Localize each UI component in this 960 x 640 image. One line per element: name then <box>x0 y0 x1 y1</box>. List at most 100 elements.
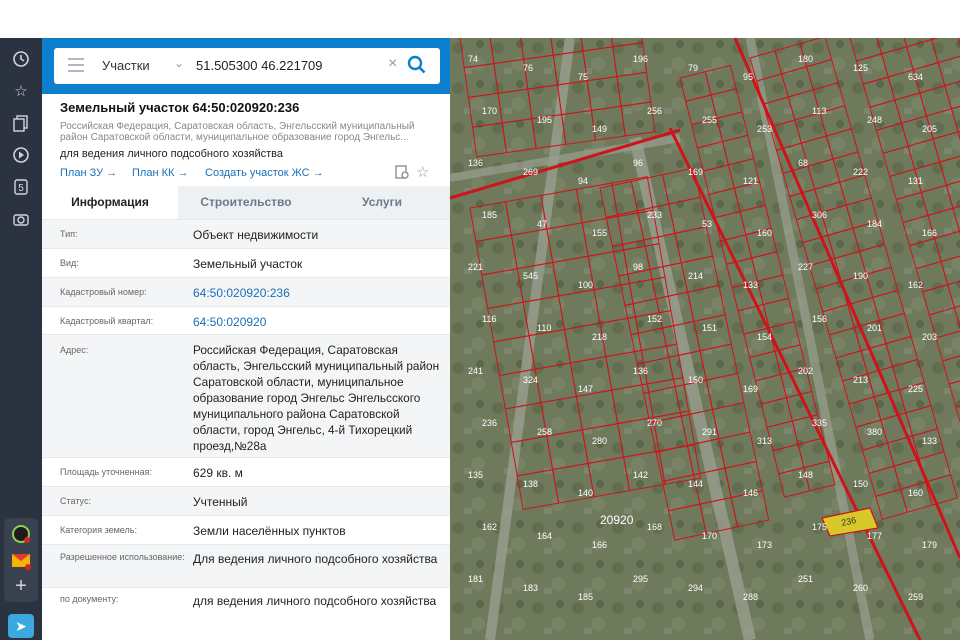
parcel-number: 96 <box>633 158 643 168</box>
parcel-number: 241 <box>468 366 483 376</box>
plan-zu-link[interactable]: План ЗУ → <box>60 167 117 179</box>
property-value: Земельный участок <box>193 257 303 271</box>
clock-icon[interactable] <box>11 50 31 70</box>
parcel-number: 151 <box>702 323 717 333</box>
property-label: Вид: <box>60 258 79 268</box>
parcel-number: 156 <box>812 314 827 324</box>
property-value: 629 кв. м <box>193 466 243 480</box>
parcel-number: 203 <box>922 332 937 342</box>
property-label: Кадастровый квартал: <box>60 316 154 326</box>
app-shortcuts: + <box>4 518 38 602</box>
property-row: Площадь уточненная: 629 кв. м <box>42 457 450 487</box>
parcel-number: 136 <box>633 366 648 376</box>
search-category[interactable]: Участки <box>102 58 150 73</box>
parcel-number: 227 <box>798 262 813 272</box>
parcel-purpose: для ведения личного подсобного хозяйства <box>60 148 283 160</box>
parcel-number: 147 <box>578 384 593 394</box>
parcel-number: 213 <box>853 375 868 385</box>
parcel-number: 196 <box>633 54 648 64</box>
parcel-number: 184 <box>867 219 882 229</box>
parcel-number: 98 <box>633 262 643 272</box>
parcel-number: 133 <box>743 280 758 290</box>
parcel-number: 155 <box>592 228 607 238</box>
search-box[interactable]: Участки ⌄ 51.505300 46.221709 × <box>54 48 440 84</box>
parcel-number: 259 <box>908 592 923 602</box>
parcel-number: 138 <box>523 479 538 489</box>
parcel-number: 150 <box>853 479 868 489</box>
share-icon[interactable]: ➤ <box>8 614 34 638</box>
property-row: Кадастровый квартал: 64:50:020920 <box>42 306 450 335</box>
svg-text:5: 5 <box>18 183 24 194</box>
parcel-number: 113 <box>812 106 826 116</box>
parcel-number: 288 <box>743 592 758 602</box>
favorite-star-icon[interactable]: ☆ <box>416 163 429 181</box>
parcel-number: 248 <box>867 115 882 125</box>
search-input[interactable]: 51.505300 46.221709 <box>196 58 323 73</box>
parcel-number: 185 <box>578 592 593 602</box>
parcel-number: 185 <box>482 210 497 220</box>
tab-information[interactable]: Информация <box>42 186 178 219</box>
parcel-number: 175 <box>812 522 827 532</box>
property-label: Кадастровый номер: <box>60 287 147 297</box>
add-icon[interactable]: + <box>11 576 31 596</box>
parcel-number: 125 <box>853 63 868 73</box>
property-row: Категория земель: Земли населённых пункт… <box>42 515 450 545</box>
map-canvas[interactable]: 236 20920 74 76 75 196 79 95 180 125 634 170 195 14… <box>450 38 960 640</box>
parcel-number: 164 <box>537 531 552 541</box>
parcel-number: 306 <box>812 210 827 220</box>
tab-services[interactable]: Услуги <box>314 186 450 219</box>
search-bar: Участки ⌄ 51.505300 46.221709 × ‹ <box>42 38 450 94</box>
parcel-number: 222 <box>853 167 868 177</box>
property-row: Вид: Земельный участок <box>42 248 450 278</box>
parcel-number: 53 <box>702 219 712 229</box>
star-icon[interactable]: ☆ <box>11 82 31 102</box>
property-row: Кадастровый номер: 64:50:020920:236 <box>42 277 450 307</box>
property-value: Учтенный <box>193 495 248 509</box>
plan-kk-link[interactable]: План КК → <box>132 167 188 179</box>
parcel-number: 255 <box>702 115 717 125</box>
property-row: Адрес: Российская Федерация, Саратовская… <box>42 334 450 458</box>
clear-icon[interactable]: × <box>388 55 397 73</box>
parcel-number: 95 <box>743 72 753 82</box>
parcel-number: 140 <box>578 488 593 498</box>
parcel-number: 149 <box>592 124 607 134</box>
property-value: Объект недвижимости <box>193 228 319 242</box>
parcel-number: 169 <box>688 167 703 177</box>
property-label: Адрес: <box>60 345 89 355</box>
number-5-icon[interactable]: 5 <box>11 178 31 198</box>
page-title: Земельный участок 64:50:020920:236 <box>60 100 300 115</box>
property-row: Разрешенное использование: Для ведения л… <box>42 544 450 588</box>
property-value: Земли населённых пунктов <box>193 524 346 538</box>
parcel-number: 110 <box>537 323 551 333</box>
search-icon[interactable] <box>406 54 428 76</box>
play-icon[interactable] <box>11 146 31 166</box>
parcel-number: 324 <box>523 375 538 385</box>
menu-icon[interactable] <box>68 58 84 72</box>
parcel-number: 221 <box>468 262 483 272</box>
parcel-number: 218 <box>592 332 607 342</box>
print-icon[interactable] <box>394 164 410 180</box>
property-label: по документу: <box>60 594 119 604</box>
quarter-label: 20920 <box>600 513 634 527</box>
app-icon-green[interactable] <box>11 524 31 544</box>
parcel-number: 100 <box>578 280 593 290</box>
tab-construction[interactable]: Строительство <box>178 186 314 219</box>
parcel-number: 162 <box>482 522 497 532</box>
parcel-number: 180 <box>798 54 813 64</box>
parcel-number: 181 <box>468 574 483 584</box>
parcel-number: 142 <box>633 470 648 480</box>
chevron-down-icon[interactable]: ⌄ <box>174 56 184 70</box>
cadastral-number-link[interactable]: 64:50:020920:236 <box>193 285 443 301</box>
parcel-number: 94 <box>578 176 588 186</box>
documents-icon[interactable] <box>11 114 31 134</box>
parcel-number: 68 <box>798 158 808 168</box>
mail-icon[interactable] <box>11 550 31 570</box>
parcel-number: 545 <box>523 271 538 281</box>
create-parcel-link[interactable]: Создать участок ЖС → <box>205 167 324 179</box>
camera-icon[interactable] <box>11 210 31 230</box>
cadastral-map[interactable]: 236 20920 74 76 75 196 79 95 180 125 634 170 195 14… <box>450 38 960 640</box>
cadastral-quarter-link[interactable]: 64:50:020920 <box>193 314 443 330</box>
parcel-number: 251 <box>798 574 813 584</box>
parcel-number: 170 <box>702 531 717 541</box>
parcel-number: 75 <box>578 72 588 82</box>
